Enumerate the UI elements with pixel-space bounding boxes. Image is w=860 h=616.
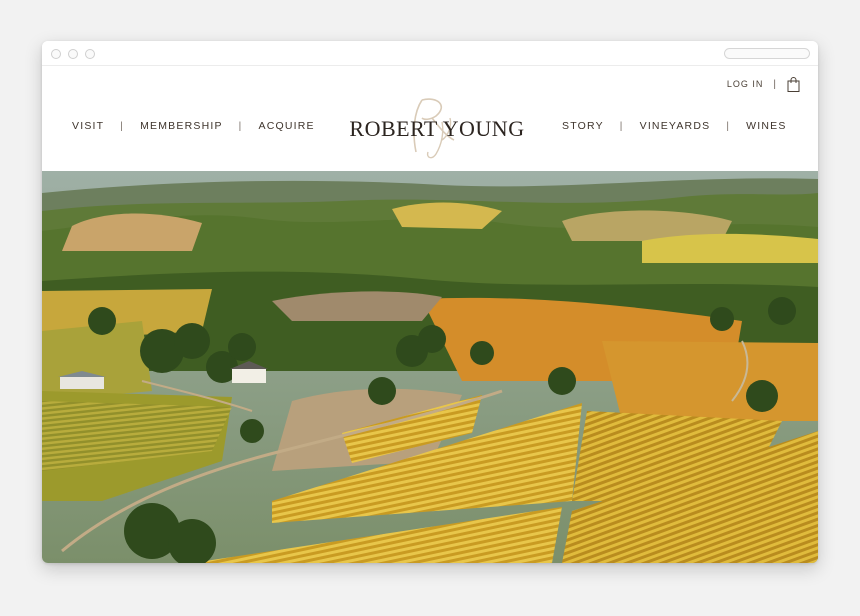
window-maximize-button[interactable] — [85, 49, 95, 59]
nav-item-visit[interactable]: VISIT — [72, 120, 104, 132]
nav-separator: | — [726, 120, 731, 132]
hero-image — [42, 171, 818, 563]
nav-separator: | — [120, 120, 125, 132]
brand-name: ROBERT YOUNG — [349, 116, 525, 141]
nav-separator: | — [619, 120, 624, 132]
nav-right: STORY | VINEYARDS | WINES — [562, 120, 787, 132]
browser-chrome — [42, 41, 818, 66]
brand-logo[interactable]: ROBERT YOUNG — [322, 92, 552, 162]
browser-window: LOG IN | VISIT | MEMBERSHIP | ACQUIRE RO… — [42, 41, 818, 563]
site-header: LOG IN | VISIT | MEMBERSHIP | ACQUIRE RO… — [42, 66, 818, 171]
login-link[interactable]: LOG IN — [727, 79, 764, 89]
utility-separator: | — [773, 78, 777, 90]
shopping-bag-icon[interactable] — [787, 76, 800, 92]
nav-item-story[interactable]: STORY — [562, 120, 604, 132]
vineyard-landscape-photo — [42, 171, 818, 563]
nav-item-vineyards[interactable]: VINEYARDS — [640, 120, 711, 132]
nav-left: VISIT | MEMBERSHIP | ACQUIRE — [72, 120, 315, 132]
window-close-button[interactable] — [51, 49, 61, 59]
nav-item-acquire[interactable]: ACQUIRE — [258, 120, 314, 132]
nav-item-membership[interactable]: MEMBERSHIP — [140, 120, 223, 132]
address-bar[interactable] — [724, 48, 810, 59]
nav-separator: | — [238, 120, 243, 132]
window-minimize-button[interactable] — [68, 49, 78, 59]
utility-bar: LOG IN | — [727, 74, 800, 94]
nav-item-wines[interactable]: WINES — [746, 120, 786, 132]
